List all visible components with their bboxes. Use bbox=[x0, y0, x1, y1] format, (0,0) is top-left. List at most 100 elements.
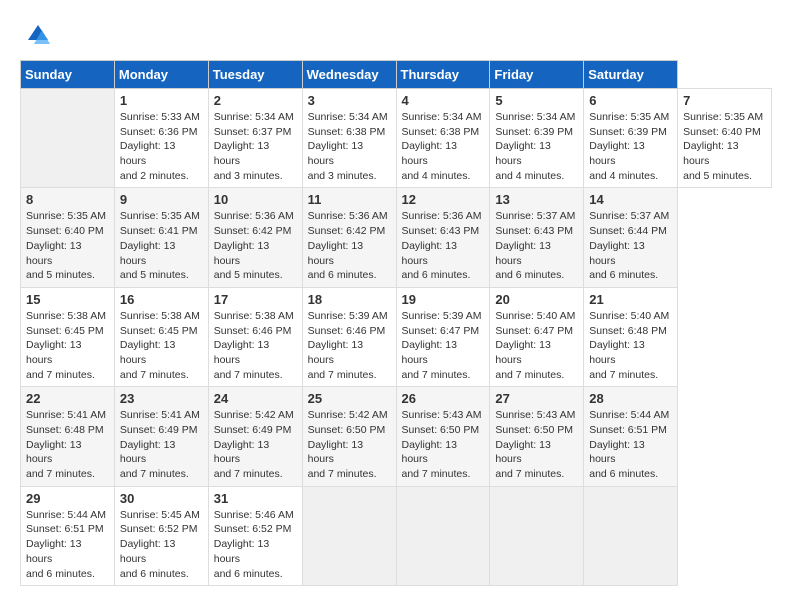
info-line: Sunrise: 5:35 AM bbox=[26, 210, 106, 222]
info-line: Sunrise: 5:38 AM bbox=[214, 310, 294, 322]
info-line: Sunset: 6:48 PM bbox=[26, 424, 104, 436]
info-line: and 4 minutes. bbox=[495, 170, 564, 182]
info-line: Sunset: 6:47 PM bbox=[495, 325, 573, 337]
logo bbox=[20, 20, 54, 50]
info-line: and 6 minutes. bbox=[26, 568, 95, 580]
info-line: Sunset: 6:43 PM bbox=[402, 225, 480, 237]
info-line: Daylight: 13 hours bbox=[495, 339, 550, 366]
info-line: Daylight: 13 hours bbox=[308, 339, 363, 366]
calendar-cell: 25Sunrise: 5:42 AMSunset: 6:50 PMDayligh… bbox=[302, 387, 396, 486]
calendar-cell: 23Sunrise: 5:41 AMSunset: 6:49 PMDayligh… bbox=[114, 387, 208, 486]
info-line: Daylight: 13 hours bbox=[120, 339, 175, 366]
info-line: Daylight: 13 hours bbox=[214, 439, 269, 466]
info-line: Daylight: 13 hours bbox=[26, 240, 81, 267]
info-line: and 7 minutes. bbox=[120, 468, 189, 480]
info-line: Sunrise: 5:44 AM bbox=[589, 409, 669, 421]
empty-cell bbox=[21, 89, 115, 188]
col-header-sunday: Sunday bbox=[21, 61, 115, 89]
day-info: Sunrise: 5:42 AMSunset: 6:49 PMDaylight:… bbox=[214, 408, 297, 481]
info-line: Sunset: 6:49 PM bbox=[214, 424, 292, 436]
day-info: Sunrise: 5:35 AMSunset: 6:40 PMDaylight:… bbox=[26, 209, 109, 282]
day-number: 27 bbox=[495, 391, 578, 406]
day-number: 16 bbox=[120, 292, 203, 307]
info-line: Daylight: 13 hours bbox=[495, 140, 550, 167]
info-line: Sunrise: 5:42 AM bbox=[308, 409, 388, 421]
info-line: and 6 minutes. bbox=[589, 269, 658, 281]
calendar-cell: 28Sunrise: 5:44 AMSunset: 6:51 PMDayligh… bbox=[584, 387, 678, 486]
day-info: Sunrise: 5:37 AMSunset: 6:44 PMDaylight:… bbox=[589, 209, 672, 282]
day-number: 10 bbox=[214, 192, 297, 207]
calendar-cell: 8Sunrise: 5:35 AMSunset: 6:40 PMDaylight… bbox=[21, 188, 115, 287]
day-info: Sunrise: 5:36 AM Sunset: 6:43 PM Daylight:… bbox=[402, 209, 485, 282]
info-line: Daylight: 13 hours bbox=[26, 339, 81, 366]
info-line: Daylight: 13 hours bbox=[402, 240, 457, 267]
info-line: and 4 minutes. bbox=[402, 170, 471, 182]
info-line: and 7 minutes. bbox=[308, 468, 377, 480]
info-line: Sunset: 6:37 PM bbox=[214, 126, 292, 138]
info-line: and 6 minutes. bbox=[214, 568, 283, 580]
calendar-cell: 6Sunrise: 5:35 AMSunset: 6:39 PMDaylight… bbox=[584, 89, 678, 188]
info-line: Sunrise: 5:36 AM bbox=[402, 210, 482, 222]
day-info: Sunrise: 5:45 AMSunset: 6:52 PMDaylight:… bbox=[120, 508, 203, 581]
info-line: Sunrise: 5:43 AM bbox=[402, 409, 482, 421]
calendar-cell: 17Sunrise: 5:38 AMSunset: 6:46 PMDayligh… bbox=[208, 287, 302, 386]
info-line: Sunset: 6:43 PM bbox=[495, 225, 573, 237]
info-line: Sunrise: 5:40 AM bbox=[495, 310, 575, 322]
info-line: Sunrise: 5:41 AM bbox=[26, 409, 106, 421]
info-line: Sunset: 6:45 PM bbox=[120, 325, 198, 337]
info-line: and 6 minutes. bbox=[589, 468, 658, 480]
info-line: and 7 minutes. bbox=[402, 369, 471, 381]
calendar-cell: 1Sunrise: 5:33 AMSunset: 6:36 PMDaylight… bbox=[114, 89, 208, 188]
col-header-saturday: Saturday bbox=[584, 61, 678, 89]
day-info: Sunrise: 5:42 AMSunset: 6:50 PMDaylight:… bbox=[308, 408, 391, 481]
info-line: Daylight: 13 hours bbox=[120, 240, 175, 267]
calendar-cell: 18Sunrise: 5:39 AMSunset: 6:46 PMDayligh… bbox=[302, 287, 396, 386]
col-header-friday: Friday bbox=[490, 61, 584, 89]
day-info: Sunrise: 5:36 AMSunset: 6:42 PMDaylight:… bbox=[214, 209, 297, 282]
info-line: and 7 minutes. bbox=[214, 369, 283, 381]
info-line: and 6 minutes. bbox=[402, 269, 471, 281]
day-info: Sunrise: 5:39 AMSunset: 6:47 PMDaylight:… bbox=[402, 309, 485, 382]
day-info: Sunrise: 5:33 AMSunset: 6:36 PMDaylight:… bbox=[120, 110, 203, 183]
day-info: Sunrise: 5:38 AMSunset: 6:45 PMDaylight:… bbox=[26, 309, 109, 382]
info-line: Sunset: 6:42 PM bbox=[308, 225, 386, 237]
info-line: Sunrise: 5:37 AM bbox=[589, 210, 669, 222]
info-line: and 5 minutes. bbox=[683, 170, 752, 182]
info-line: and 7 minutes. bbox=[495, 369, 564, 381]
day-info: Sunrise: 5:38 AMSunset: 6:45 PMDaylight:… bbox=[120, 309, 203, 382]
info-line: Daylight: 13 hours bbox=[308, 240, 363, 267]
day-number: 21 bbox=[589, 292, 672, 307]
info-line: and 5 minutes. bbox=[26, 269, 95, 281]
day-info: Sunrise: 5:41 AM Sunset: 6:48 PM Daylight:… bbox=[26, 408, 109, 481]
info-line: Sunrise: 5:34 AM bbox=[308, 111, 388, 123]
info-line: and 6 minutes. bbox=[120, 568, 189, 580]
info-line: Sunset: 6:51 PM bbox=[26, 523, 104, 535]
day-info: Sunrise: 5:36 AMSunset: 6:42 PMDaylight:… bbox=[308, 209, 391, 282]
info-line: and 5 minutes. bbox=[214, 269, 283, 281]
info-line: Sunset: 6:51 PM bbox=[589, 424, 667, 436]
info-line: Sunrise: 5:34 AM bbox=[214, 111, 294, 123]
info-line: Daylight: 13 hours bbox=[26, 439, 81, 466]
day-info: Sunrise: 5:40 AM Sunset: 6:47 PM Daylight:… bbox=[495, 309, 578, 382]
day-info: Sunrise: 5:43 AMSunset: 6:50 PMDaylight:… bbox=[495, 408, 578, 481]
info-line: and 3 minutes. bbox=[214, 170, 283, 182]
calendar-cell bbox=[490, 486, 584, 585]
info-line: Sunset: 6:38 PM bbox=[308, 126, 386, 138]
day-number: 9 bbox=[120, 192, 203, 207]
day-number: 12 bbox=[402, 192, 485, 207]
info-line: and 7 minutes. bbox=[589, 369, 658, 381]
calendar-cell: 21Sunrise: 5:40 AMSunset: 6:48 PMDayligh… bbox=[584, 287, 678, 386]
calendar-cell: 30Sunrise: 5:45 AMSunset: 6:52 PMDayligh… bbox=[114, 486, 208, 585]
info-line: Sunrise: 5:41 AM bbox=[120, 409, 200, 421]
info-line: Daylight: 13 hours bbox=[120, 538, 175, 565]
calendar-cell: 15Sunrise: 5:38 AMSunset: 6:45 PMDayligh… bbox=[21, 287, 115, 386]
day-number: 31 bbox=[214, 491, 297, 506]
day-info: Sunrise: 5:35 AMSunset: 6:39 PMDaylight:… bbox=[589, 110, 672, 183]
calendar-cell: 26Sunrise: 5:43 AMSunset: 6:50 PMDayligh… bbox=[396, 387, 490, 486]
day-info: Sunrise: 5:44 AMSunset: 6:51 PMDaylight:… bbox=[26, 508, 109, 581]
info-line: Sunrise: 5:39 AM bbox=[402, 310, 482, 322]
info-line: and 6 minutes. bbox=[495, 269, 564, 281]
info-line: Sunrise: 5:43 AM bbox=[495, 409, 575, 421]
info-line: Sunrise: 5:36 AM bbox=[214, 210, 294, 222]
info-line: Daylight: 13 hours bbox=[402, 339, 457, 366]
